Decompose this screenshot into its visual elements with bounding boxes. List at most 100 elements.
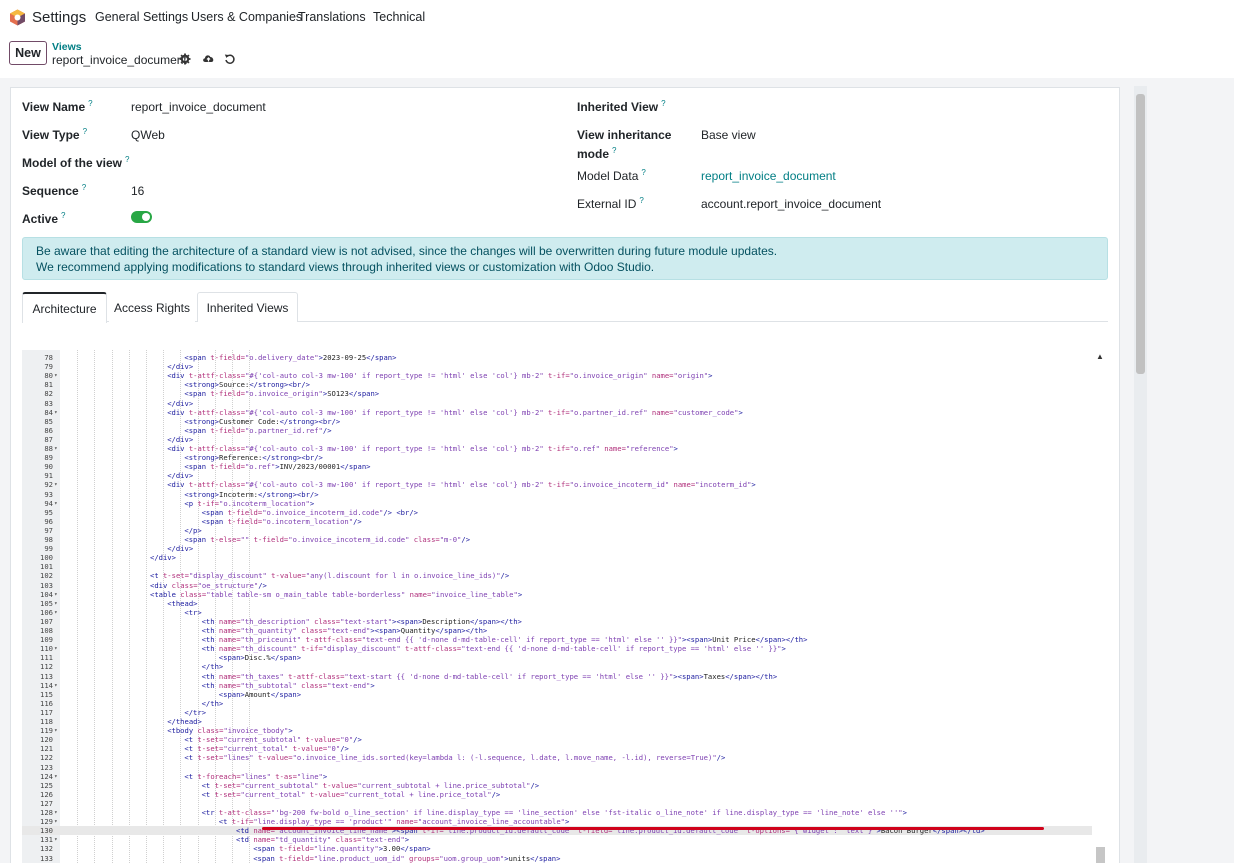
code-line[interactable]: 107 <th name="th_description" class="text… <box>22 617 1092 626</box>
fold-toggle-icon[interactable]: ▾ <box>54 835 58 844</box>
code-line[interactable]: 112 </th> <box>22 662 1092 671</box>
code-line[interactable]: 116 </th> <box>22 699 1092 708</box>
fold-toggle-icon[interactable]: ▾ <box>54 726 58 735</box>
code-line[interactable]: 131 ▾ <td name="td_quantity" class="text-e… <box>22 835 1092 844</box>
code-line[interactable]: 129 ▾ <t t-if="line.display_type == 'produ… <box>22 817 1092 826</box>
code-line[interactable]: 84 ▾ <div t-attf-class="#{'col-auto col-3 … <box>22 408 1092 417</box>
code-line[interactable]: 80 ▾ <div t-attf-class="#{'col-auto col-3 … <box>22 371 1092 380</box>
code-line[interactable]: 83 </div> <box>22 399 1092 408</box>
undo-icon[interactable] <box>224 53 236 65</box>
code-line[interactable]: 86 <span t-field="o.partner_id.ref"/> <box>22 426 1092 435</box>
sequence-value[interactable]: 16 <box>131 184 144 198</box>
gear-icon[interactable] <box>179 53 191 65</box>
code-line[interactable]: 79 </div> <box>22 362 1092 371</box>
code-line[interactable]: 121 <t t-set="current_total" t-value="0"/… <box>22 744 1092 753</box>
code-line[interactable]: 95 <span t-field="o.invoice_incoterm_id.c… <box>22 508 1092 517</box>
fold-toggle-icon[interactable]: ▾ <box>54 808 58 817</box>
tab-architecture[interactable]: Architecture <box>22 292 107 323</box>
code-line[interactable]: 109 <th name="th_priceunit" t-attf-class=… <box>22 635 1092 644</box>
code-line[interactable]: 92 ▾ <div t-attf-class="#{'col-auto col-3 … <box>22 480 1092 489</box>
code-line[interactable]: 97 </p> <box>22 526 1092 535</box>
code-line[interactable]: 120 <t t-set="current_subtotal" t-value="… <box>22 735 1092 744</box>
code-line[interactable]: 128 ▾ <tr t-att-class="'bg-200 fw-bold o_l… <box>22 808 1092 817</box>
code-line[interactable]: 81 <strong>Source:</strong><br/> <box>22 380 1092 389</box>
fold-toggle-icon[interactable]: ▾ <box>54 480 58 489</box>
app-name[interactable]: Settings <box>32 9 86 26</box>
odoo-app-icon[interactable] <box>9 9 26 26</box>
help-icon[interactable]: ? <box>612 146 616 155</box>
code-line[interactable]: 114 ▾ <th name="th_subtotal" class="text-e… <box>22 681 1092 690</box>
fold-toggle-icon[interactable]: ▾ <box>54 644 58 653</box>
code-line[interactable]: 94 ▾ <p t-if="o.incoterm_location"> <box>22 499 1092 508</box>
code-line[interactable]: 88 ▾ <div t-attf-class="#{'col-auto col-3 … <box>22 444 1092 453</box>
code-line[interactable]: 111 <span>Disc.%</span> <box>22 653 1092 662</box>
code-line[interactable]: 82 <span t-field="o.invoice_origin">SO123… <box>22 389 1092 398</box>
code-line[interactable]: 133 <span t-field="line.product_uom_id" g… <box>22 854 1092 863</box>
code-line[interactable]: 100 </div> <box>22 553 1092 562</box>
code-line[interactable]: 90 <span t-field="o.ref">INV/2023/00001</… <box>22 462 1092 471</box>
cloud-upload-icon[interactable] <box>202 52 215 64</box>
code-line[interactable]: 98 <span t-else="" t-field="o.invoice_inc… <box>22 535 1092 544</box>
code-line[interactable]: 108 <th name="th_quantity" class="text-en… <box>22 626 1092 635</box>
fold-toggle-icon[interactable]: ▾ <box>54 599 58 608</box>
code-line[interactable]: 113 <th name="th_taxes" t-attf-class="tex… <box>22 672 1092 681</box>
model-data-link[interactable]: report_invoice_document <box>701 169 836 183</box>
help-icon[interactable]: ? <box>125 155 129 164</box>
menu-general-settings[interactable]: General Settings <box>95 10 188 24</box>
code-line[interactable]: 96 <span t-field="o.incoterm_location"/> <box>22 517 1092 526</box>
code-line[interactable]: 124 ▾ <t t-foreach="lines" t-as="line"> <box>22 772 1092 781</box>
code-line[interactable]: 78 <span t-field="o.delivery_date">2023-0… <box>22 353 1092 362</box>
code-line[interactable]: 122 <t t-set="lines" t-value="o.invoice_l… <box>22 753 1092 762</box>
inheritance-mode-value[interactable]: Base view <box>701 128 756 142</box>
code-line[interactable]: 93 <strong>Incoterm:</strong><br/> <box>22 490 1092 499</box>
code-line[interactable]: 89 <strong>Reference:</strong><br/> <box>22 453 1092 462</box>
new-button[interactable]: New <box>9 41 47 65</box>
active-toggle[interactable] <box>131 211 152 223</box>
fold-toggle-icon[interactable]: ▾ <box>54 499 58 508</box>
code-line[interactable]: 118 </thead> <box>22 717 1092 726</box>
code-line[interactable]: 126 <t t-set="current_total" t-value="cur… <box>22 790 1092 799</box>
help-icon[interactable]: ? <box>641 168 645 177</box>
view-name-value[interactable]: report_invoice_document <box>131 100 266 114</box>
code-line[interactable]: 91 </div> <box>22 471 1092 480</box>
code-line[interactable]: 132 <span t-field="line.quantity">3.00</s… <box>22 844 1092 853</box>
page-scrollbar-thumb[interactable] <box>1136 94 1145 374</box>
code-line[interactable]: 117 </tr> <box>22 708 1092 717</box>
code-line[interactable]: 127 <box>22 799 1092 808</box>
code-line[interactable]: 104 ▾ <table class="table table-sm o_main_… <box>22 590 1092 599</box>
fold-toggle-icon[interactable]: ▾ <box>54 681 58 690</box>
editor-scrollbar-thumb[interactable] <box>1096 847 1105 863</box>
code-line[interactable]: 125 <t t-set="current_subtotal" t-value="… <box>22 781 1092 790</box>
code-line[interactable]: 87 </div> <box>22 435 1092 444</box>
menu-translations[interactable]: Translations <box>298 10 366 24</box>
code-line[interactable]: 99 </div> <box>22 544 1092 553</box>
help-icon[interactable]: ? <box>661 99 665 108</box>
fold-toggle-icon[interactable]: ▾ <box>54 590 58 599</box>
code-line[interactable]: 101 <box>22 562 1092 571</box>
code-line[interactable]: 123 <box>22 763 1092 772</box>
code-line[interactable]: 106 ▾ <tr> <box>22 608 1092 617</box>
view-type-value[interactable]: QWeb <box>131 128 165 142</box>
fold-toggle-icon[interactable]: ▾ <box>54 772 58 781</box>
tab-inherited-views[interactable]: Inherited Views <box>197 292 298 322</box>
breadcrumb-parent[interactable]: Views <box>52 41 82 53</box>
help-icon[interactable]: ? <box>82 183 86 192</box>
help-icon[interactable]: ? <box>61 211 65 220</box>
fold-toggle-icon[interactable]: ▾ <box>54 371 58 380</box>
editor-scroll-up-icon[interactable]: ▲ <box>1095 352 1105 362</box>
fold-toggle-icon[interactable]: ▾ <box>54 408 58 417</box>
fold-toggle-icon[interactable]: ▾ <box>54 608 58 617</box>
tab-access-rights[interactable]: Access Rights <box>109 292 195 322</box>
menu-users-companies[interactable]: Users & Companies <box>191 10 302 24</box>
code-line[interactable]: 115 <span>Amount</span> <box>22 690 1092 699</box>
fold-toggle-icon[interactable]: ▾ <box>54 817 58 826</box>
menu-technical[interactable]: Technical <box>373 10 425 24</box>
code-line[interactable]: 102 <t t-set="display_discount" t-value="… <box>22 571 1092 580</box>
code-line[interactable]: 85 <strong>Customer Code:</strong><br/> <box>22 417 1092 426</box>
code-line[interactable]: 110 ▾ <th name="th_discount" t-if="display… <box>22 644 1092 653</box>
fold-toggle-icon[interactable]: ▾ <box>54 444 58 453</box>
code-line[interactable]: 105 ▾ <thead> <box>22 599 1092 608</box>
help-icon[interactable]: ? <box>88 99 92 108</box>
help-icon[interactable]: ? <box>639 196 643 205</box>
code-line[interactable]: 119 ▾ <tbody class="invoice_tbody"> <box>22 726 1092 735</box>
